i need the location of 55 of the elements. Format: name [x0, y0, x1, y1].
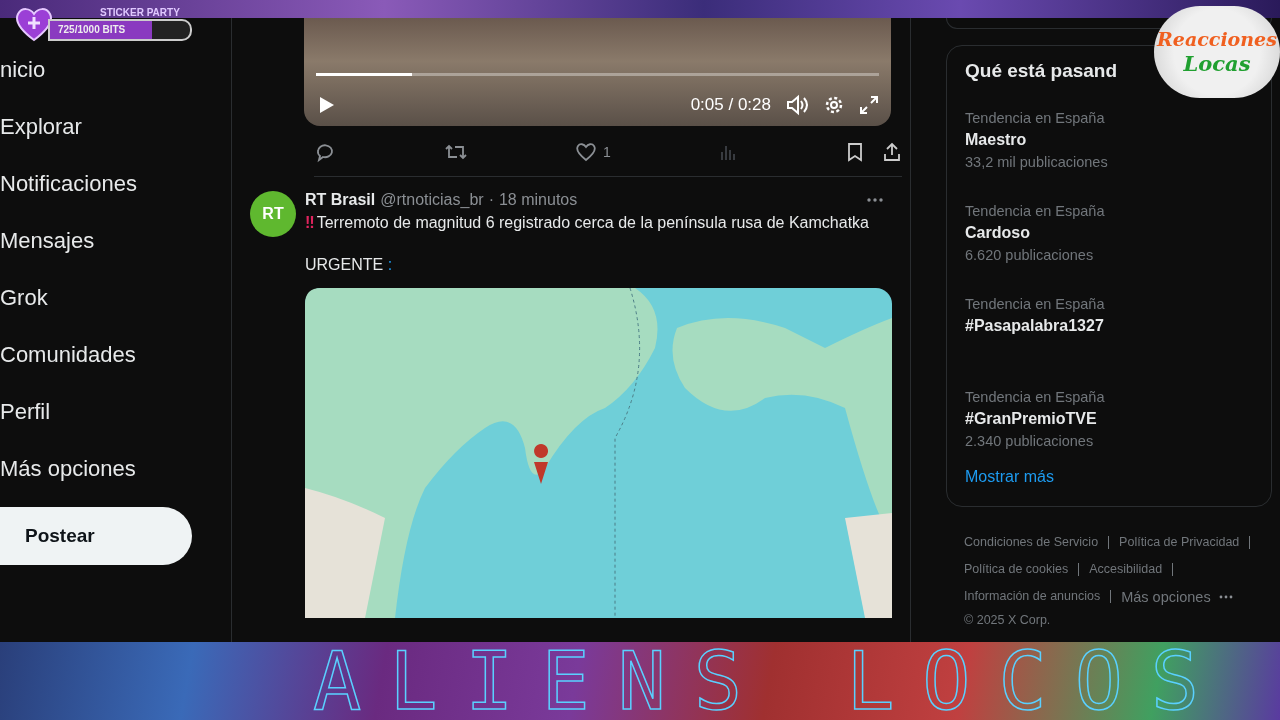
trend-name[interactable]: Cardoso — [965, 221, 1253, 245]
trend-context: Tendencia en España — [965, 295, 1106, 314]
bookmark-icon[interactable] — [846, 142, 864, 162]
banner-title: ALIENS LOCOS — [313, 634, 1227, 720]
trend-name[interactable]: Maestro — [965, 128, 1253, 152]
post-time[interactable]: 18 minutos — [498, 191, 578, 209]
trend-context: Tendencia en España — [965, 109, 1106, 128]
fullscreen-icon[interactable] — [859, 95, 879, 115]
footer-link[interactable]: Condiciones de Servicio — [964, 536, 1110, 549]
separator-dot: · — [488, 191, 494, 209]
footer-link[interactable]: Información de anuncios — [964, 590, 1112, 603]
footer-link[interactable]: Política de cookies — [964, 563, 1080, 576]
volume-icon[interactable] — [785, 94, 809, 116]
heart-icon[interactable] — [575, 142, 598, 162]
nav-link[interactable]: nicio — [0, 41, 231, 98]
reply-icon[interactable] — [314, 141, 336, 163]
nav-link[interactable]: Grok — [0, 269, 231, 326]
nav-link[interactable]: Mensajes — [0, 212, 231, 269]
trend-count: 2.340 publicaciones — [965, 432, 1095, 451]
like-count: 1 — [603, 144, 611, 160]
heart-plus-icon — [14, 6, 54, 42]
nav-link[interactable]: Más opciones — [0, 440, 231, 497]
footer-link[interactable]: Política de Privacidad — [1119, 536, 1251, 549]
section-title: Qué está pasand — [965, 60, 1118, 82]
video-player[interactable]: 0:05 / 0:28 — [304, 18, 891, 126]
author-handle[interactable]: @rtnoticias_br — [380, 191, 484, 209]
trend-name[interactable]: #GranPremioTVE — [965, 407, 1253, 431]
post-button[interactable]: Postear — [0, 507, 192, 565]
bits-count: 725/1000 BITS — [57, 23, 127, 37]
colon-mark: : — [387, 256, 393, 273]
widget-title: STICKER PARTY — [100, 7, 181, 19]
share-icon[interactable] — [882, 142, 902, 162]
post-text: Terremoto de magnitud 6 registrado cerca de la península rusa de Kamchatka — [316, 214, 869, 231]
nav-link[interactable]: Explorar — [0, 98, 231, 155]
footer-link[interactable]: Accesibilidad — [1089, 563, 1174, 576]
nav-link[interactable]: Notificaciones — [0, 155, 231, 212]
trend-count: 33,2 mil publicaciones — [965, 153, 1109, 172]
more-icon[interactable] — [866, 197, 884, 203]
trend-name[interactable]: #Pasapalabra1327 — [965, 314, 1253, 338]
more-icon[interactable] — [1218, 594, 1233, 599]
double-exclamation-mark: ‼ — [305, 214, 315, 231]
logo-text: Locas — [1183, 51, 1251, 77]
trend-context: Tendencia en España — [965, 202, 1106, 221]
show-more-link[interactable]: Mostrar más — [965, 468, 1253, 486]
settings-icon[interactable] — [823, 94, 845, 116]
more-options-link[interactable]: Más opciones — [1121, 588, 1211, 605]
trend-context: Tendencia en España — [965, 388, 1106, 407]
video-time: 0:05 / 0:28 — [690, 95, 771, 115]
post-text: URGENTE — [305, 256, 384, 273]
logo-text: Reacciones — [1157, 27, 1277, 51]
nav-link[interactable]: Comunidades — [0, 326, 231, 383]
author-name[interactable]: RT Brasil — [305, 191, 376, 209]
copyright-text: © 2025 X Corp. — [964, 612, 1052, 629]
nav-link[interactable]: Perfil — [0, 383, 231, 440]
trend-count: 6.620 publicaciones — [965, 246, 1095, 265]
